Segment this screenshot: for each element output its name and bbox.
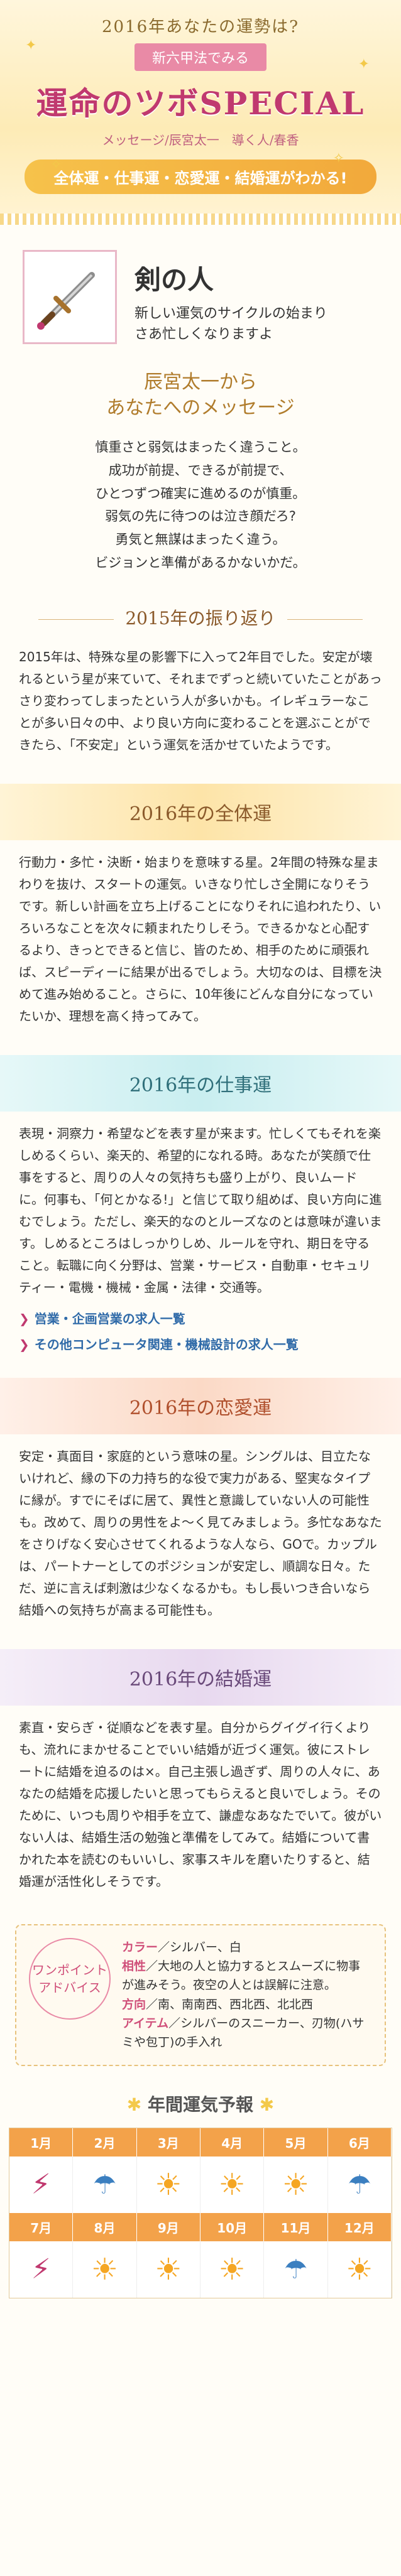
weather-cell: ☀ bbox=[200, 2241, 265, 2298]
page-header: ✦ ✦ ✧ ✧ 2016年あなたの運勢は? 新六甲法でみる 運命のツボSPECI… bbox=[0, 0, 401, 214]
weather-cell: ☂ bbox=[264, 2241, 328, 2298]
header-ribbon: 新六甲法でみる bbox=[134, 43, 266, 71]
love-heading: 2016年の恋愛運 bbox=[0, 1377, 401, 1434]
weather-cell: ☂ bbox=[73, 2156, 137, 2213]
month-label: 8月 bbox=[73, 2212, 137, 2241]
sun-icon: ☀ bbox=[218, 2251, 246, 2287]
rain-icon: ☂ bbox=[92, 2169, 117, 2200]
month-label: 1月 bbox=[9, 2128, 74, 2157]
month-label: 11月 bbox=[264, 2212, 328, 2241]
storm-icon: ⚡ bbox=[31, 2253, 51, 2286]
message-title: 辰宮太一から あなたへのメッセージ bbox=[106, 371, 295, 419]
star-icon: ✱ bbox=[126, 2094, 148, 2115]
hero-subtitle: 新しい運気のサイクルの始まり さあ忙しくなりますよ bbox=[135, 306, 327, 342]
sparkle-icon: ✧ bbox=[50, 157, 62, 173]
month-label: 4月 bbox=[200, 2128, 265, 2157]
sparkle-icon: ✦ bbox=[358, 57, 370, 72]
month-label: 6月 bbox=[327, 2128, 392, 2157]
month-label: 7月 bbox=[9, 2212, 74, 2241]
onepoint-list: カラー／シルバー、白 相性／大地の人と協力するとスムーズに物事が進みそう。夜空の… bbox=[122, 1940, 365, 2050]
weather-cell: ☀ bbox=[327, 2241, 392, 2298]
month-label: 3月 bbox=[136, 2128, 200, 2157]
job-link-computer[interactable]: ❯ その他コンピュータ関連・機械設計の求人一覧 bbox=[0, 1331, 401, 1356]
weather-cell: ☀ bbox=[136, 2241, 200, 2298]
marriage-text: 素直・安らぎ・従順などを表す星。自分からグイグイ行くよりも、流れにまかせることで… bbox=[19, 1719, 382, 1889]
work-heading: 2016年の仕事運 bbox=[0, 1054, 401, 1112]
star-icon: ✱ bbox=[253, 2094, 275, 2115]
sun-icon: ☀ bbox=[346, 2251, 373, 2287]
rain-icon: ☂ bbox=[348, 2169, 371, 2200]
month-label: 2月 bbox=[73, 2128, 137, 2157]
onepoint-badge: ワンポイント アドバイス bbox=[29, 1937, 111, 2020]
message-body: 慎重さと弱気はまったく違うこと。 成功が前提、できるが前提で、 ひとつずつ確実に… bbox=[95, 440, 306, 570]
sparkle-icon: ✦ bbox=[25, 38, 37, 53]
header-credit: メッセージ/辰宮太一 導く人/春香 bbox=[102, 133, 299, 148]
weather-cell: ☀ bbox=[264, 2156, 328, 2213]
weather-cell: ⚡ bbox=[9, 2156, 74, 2213]
weather-cell: ☀ bbox=[73, 2241, 137, 2298]
overall-text: 行動力・多忙・決断・始まりを意味する星。2年間の特殊な星まわりを抜け、スタートの… bbox=[19, 854, 382, 1024]
month-label: 12月 bbox=[327, 2212, 392, 2241]
love-text: 安定・真面目・家庭的という意味の星。シングルは、目立たないけれど、縁の下の力持ち… bbox=[19, 1448, 382, 1618]
weather-cell: ☀ bbox=[136, 2156, 200, 2213]
page-title: 運命のツボSPECIAL bbox=[36, 85, 365, 122]
storm-icon: ⚡ bbox=[31, 2168, 51, 2201]
marriage-heading: 2016年の結婚運 bbox=[0, 1648, 401, 1706]
sun-icon: ☀ bbox=[91, 2251, 118, 2287]
month-label: 10月 bbox=[200, 2212, 265, 2241]
review-text: 2015年は、特殊な星の影響下に入って2年目でした。安定が壊れるという星が来てい… bbox=[19, 649, 382, 752]
onepoint-advice: ワンポイント アドバイス カラー／シルバー、白 相性／大地の人と協力するとスムーズ… bbox=[15, 1924, 386, 2066]
divider bbox=[0, 214, 401, 225]
sun-icon: ☀ bbox=[218, 2167, 246, 2202]
header-kicker: 2016年あなたの運勢は? bbox=[101, 18, 300, 36]
sun-icon: ☀ bbox=[155, 2251, 182, 2287]
hero: 剣の人 新しい運気のサイクルの始まり さあ忙しくなりますよ bbox=[0, 225, 401, 351]
chevron-right-icon: ❯ bbox=[19, 1311, 30, 1326]
work-text: 表現・洞察力・希望などを表す星が来ます。忙しくてもそれを楽しめるくらい、楽天的、… bbox=[19, 1125, 382, 1295]
review-heading: 2015年の振り返り bbox=[0, 600, 401, 635]
overall-heading: 2016年の全体運 bbox=[0, 783, 401, 840]
month-label: 9月 bbox=[136, 2212, 200, 2241]
weather-cell: ☂ bbox=[327, 2156, 392, 2213]
job-link-sales[interactable]: ❯ 営業・企画営業の求人一覧 bbox=[0, 1305, 401, 1331]
weather-cell: ⚡ bbox=[9, 2241, 74, 2298]
month-label: 5月 bbox=[264, 2128, 328, 2157]
chevron-right-icon: ❯ bbox=[19, 1336, 30, 1352]
sun-icon: ☀ bbox=[282, 2167, 309, 2202]
header-pill: 全体運・仕事運・恋愛運・結婚運がわかる! bbox=[25, 160, 376, 194]
forecast-title: ✱ 年間運気予報 ✱ bbox=[126, 2094, 275, 2115]
sword-icon bbox=[23, 250, 117, 344]
rain-icon: ☂ bbox=[283, 2254, 308, 2285]
forecast-grid: 1月 2月 3月 4月 5月 6月 ⚡ ☂ ☀ ☀ ☀ ☂ 7月 8月 9月 10月 11月 12月 ⚡ ☀ ☀ ☀ ☂ ☀ bbox=[9, 2127, 392, 2298]
sun-icon: ☀ bbox=[155, 2167, 182, 2202]
weather-cell: ☀ bbox=[200, 2156, 265, 2213]
sparkle-icon: ✧ bbox=[332, 151, 344, 166]
hero-name: 剣の人 bbox=[135, 264, 214, 295]
